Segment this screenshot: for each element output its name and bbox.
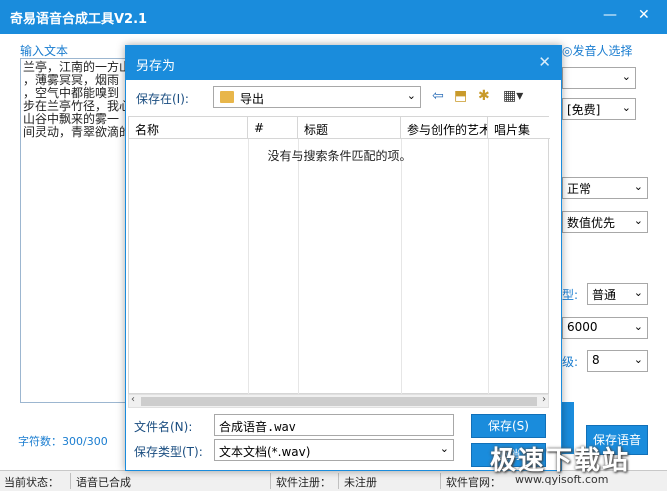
column-header-artist[interactable]: 参与创作的艺术 bbox=[401, 117, 488, 139]
status-separator bbox=[270, 473, 271, 489]
filetype-label: 保存类型(T): bbox=[134, 445, 203, 459]
scroll-left-icon[interactable]: ‹ bbox=[131, 394, 135, 405]
location-value: 导出 bbox=[240, 92, 265, 106]
chevron-down-icon: ⌄ bbox=[439, 442, 449, 455]
status-separator bbox=[440, 473, 441, 489]
number-mode-select[interactable]: 数值优先 ⌄ bbox=[562, 211, 648, 233]
voice-select[interactable]: ⌄ bbox=[562, 67, 636, 89]
chevron-down-icon: ⌄ bbox=[633, 320, 643, 333]
speed-select[interactable]: 正常 ⌄ bbox=[562, 177, 648, 199]
new-folder-icon[interactable]: ✱ bbox=[478, 88, 490, 104]
sample-rate-value: 6000 bbox=[567, 320, 598, 334]
watermark-logo: 极速下载站 bbox=[490, 446, 631, 476]
chevron-down-icon: ⌄ bbox=[406, 89, 416, 102]
chevron-down-icon: ⌄ bbox=[633, 286, 643, 299]
save-as-dialog: 另存为 ✕ 保存在(I): 导出 ⌄ ⇦ ⬒ ✱ ▦▾ 名称 # 标题 参与创作… bbox=[125, 45, 562, 471]
up-folder-icon[interactable]: ⬒ bbox=[454, 88, 467, 104]
chevron-down-icon: ⌄ bbox=[633, 214, 643, 227]
dialog-title: 另存为 bbox=[136, 59, 176, 74]
voice-select-label: ◎发音人选择 bbox=[562, 42, 632, 59]
scrollbar-thumb[interactable] bbox=[141, 397, 537, 406]
level-select[interactable]: 8 ⌄ bbox=[587, 350, 648, 372]
char-count: 字符数：300/300 bbox=[18, 435, 108, 448]
type-select[interactable]: 普通 ⌄ bbox=[587, 283, 648, 305]
chevron-down-icon: ⌄ bbox=[621, 70, 631, 83]
type-value: 普通 bbox=[592, 288, 617, 302]
column-header-number[interactable]: # bbox=[248, 117, 298, 139]
scroll-right-icon[interactable]: › bbox=[542, 394, 546, 405]
voice-tier-value: [免费] bbox=[567, 103, 601, 117]
voice-tier-select[interactable]: [免费] ⌄ bbox=[562, 98, 636, 120]
chevron-down-icon: ⌄ bbox=[621, 101, 631, 114]
filename-input[interactable]: 合成语音.wav bbox=[214, 414, 454, 436]
file-list[interactable]: 名称 # 标题 参与创作的艺术 唱片集 没有与搜索条件匹配的项。 bbox=[128, 116, 550, 395]
view-menu-icon[interactable]: ▦▾ bbox=[503, 88, 523, 104]
speed-value: 正常 bbox=[567, 182, 592, 196]
folder-icon bbox=[220, 91, 234, 103]
dialog-title-bar: 另存为 ✕ bbox=[126, 46, 561, 80]
status-reg-value: 未注册 bbox=[344, 476, 377, 489]
sample-rate-select[interactable]: 6000 ⌄ bbox=[562, 317, 648, 339]
voice-select-label-text: ◎发音人选择 bbox=[562, 44, 633, 58]
status-separator bbox=[70, 473, 71, 489]
input-text-label: 输入文本 bbox=[20, 44, 69, 58]
empty-message: 没有与搜索条件匹配的项。 bbox=[267, 149, 412, 163]
status-current-label: 当前状态： bbox=[4, 476, 59, 489]
chevron-down-icon: ⌄ bbox=[633, 180, 643, 193]
save-button[interactable]: 保存(S) bbox=[471, 414, 546, 438]
column-divider bbox=[488, 139, 489, 395]
watermark-url: www.qyisoft.com bbox=[515, 473, 609, 486]
column-divider bbox=[401, 139, 402, 395]
close-icon[interactable]: ✕ bbox=[538, 53, 551, 71]
level-label: 级: bbox=[562, 355, 579, 369]
column-header-name[interactable]: 名称 bbox=[129, 117, 248, 139]
status-separator bbox=[338, 473, 339, 489]
column-divider bbox=[248, 139, 249, 395]
level-value: 8 bbox=[592, 353, 600, 367]
status-current-value: 语音已合成 bbox=[76, 476, 131, 489]
filetype-value: 文本文档(*.wav) bbox=[219, 445, 311, 459]
type-label: 型: bbox=[562, 288, 579, 302]
filename-label: 文件名(N): bbox=[134, 420, 193, 434]
app-title-bar: 奇易语音合成工具V2.1 — ✕ bbox=[0, 0, 667, 34]
close-icon[interactable]: ✕ bbox=[638, 7, 650, 23]
filetype-select[interactable]: 文本文档(*.wav) ⌄ bbox=[214, 439, 454, 461]
minimize-icon[interactable]: — bbox=[603, 7, 617, 23]
app-title: 奇易语音合成工具V2.1 bbox=[10, 12, 148, 27]
column-header-title[interactable]: 标题 bbox=[298, 117, 401, 139]
location-select[interactable]: 导出 ⌄ bbox=[213, 86, 421, 108]
save-in-label: 保存在(I): bbox=[136, 92, 189, 106]
horizontal-scrollbar[interactable]: ‹ › bbox=[128, 394, 549, 408]
status-reg-label: 软件注册： bbox=[276, 476, 331, 489]
chevron-down-icon: ⌄ bbox=[633, 353, 643, 366]
column-divider bbox=[298, 139, 299, 395]
number-mode-value: 数值优先 bbox=[567, 216, 616, 230]
column-header-album[interactable]: 唱片集 bbox=[488, 117, 550, 139]
back-arrow-icon[interactable]: ⇦ bbox=[432, 88, 444, 104]
